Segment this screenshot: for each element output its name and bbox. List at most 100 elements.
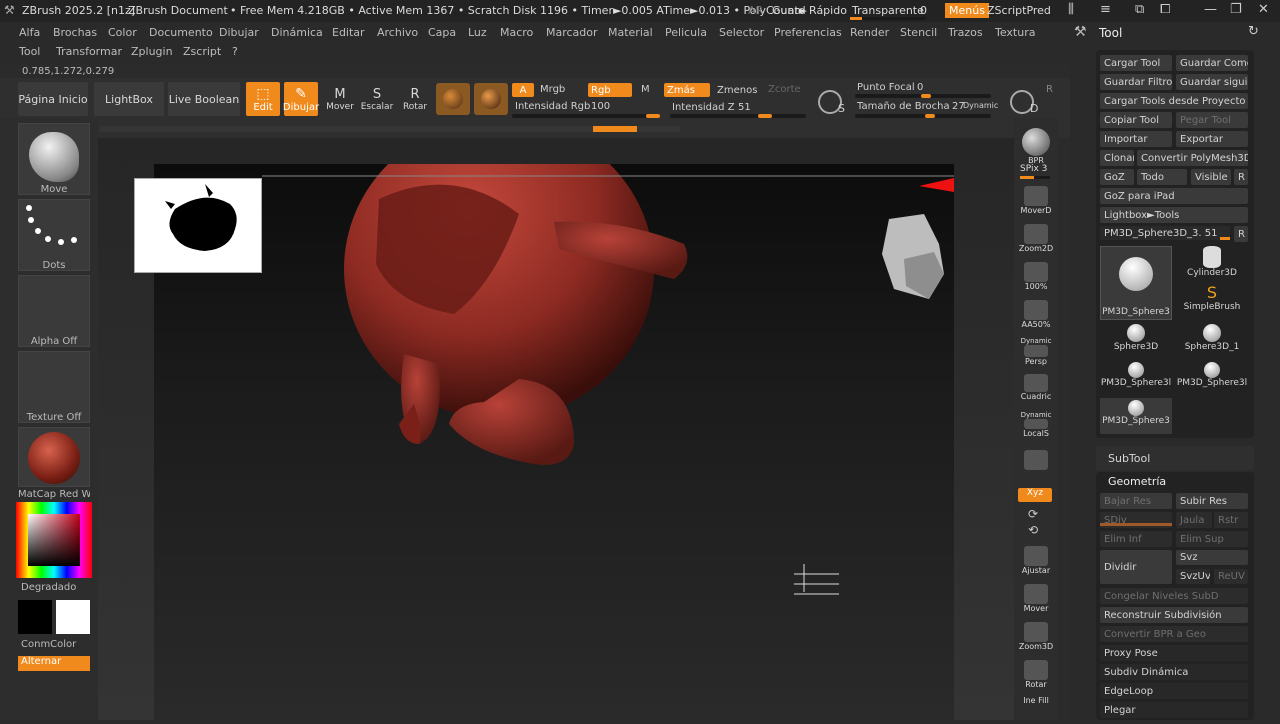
tool-title[interactable]: Tool [1099,26,1122,40]
suv-toggle[interactable]: SvzUv [1176,569,1210,584]
color-square[interactable] [28,514,80,566]
thumbnail-preview[interactable] [134,178,262,273]
delete-lower-button[interactable]: Elim Inf [1100,531,1172,547]
menu-stencil[interactable]: Stencil [900,26,937,39]
main-color-swatch[interactable] [18,600,52,634]
tool-thumb-cylinder[interactable]: Cylinder3D [1176,246,1248,282]
goz-all-button[interactable]: Todo [1137,169,1187,185]
menu-document[interactable]: Documento [149,26,213,39]
quicksave-button[interactable]: Guard Rápido [772,4,847,17]
goz-button[interactable]: GoZ [1100,169,1134,185]
menu-zplugin[interactable]: Zplugin [131,45,173,58]
xyz-toggle[interactable]: Xyz [1018,488,1052,502]
draw-button[interactable]: ✎ Dibujar [283,82,319,116]
tray-icon[interactable]: ≡ [1100,2,1111,17]
rotate-y-icon[interactable]: ⟳ [1028,507,1038,521]
minimize-icon[interactable]: — [1204,2,1217,17]
goz-r-button[interactable]: R [1234,169,1248,185]
menu-movie[interactable]: Pelicula [665,26,707,39]
freeze-subdiv-button[interactable]: Congelar Niveles SubD [1100,588,1248,604]
save-next-button[interactable]: Guardar siguie [1176,74,1248,90]
zcut-toggle[interactable]: Zcorte [768,84,801,95]
lower-res-button[interactable]: Bajar Res [1100,493,1172,509]
shelf-scrollbar[interactable] [100,126,680,132]
popout-icon[interactable]: ⧠ [1160,2,1170,17]
tool-thumb-pm3d-a[interactable]: PM3D_Sphere3l [1100,362,1172,398]
zadd-toggle[interactable]: Zmás [664,83,710,97]
r-label[interactable]: R [1046,84,1053,95]
rotate-z-icon[interactable]: ⟲ [1028,523,1038,537]
delete-higher-button[interactable]: Elim Sup [1176,531,1248,547]
tool-thumb-sphere3d-1[interactable]: Sphere3D_1 [1176,324,1248,360]
export-button[interactable]: Exportar [1176,131,1248,147]
rgb-toggle[interactable]: Rgb [588,83,632,97]
zsub-toggle[interactable]: Zmenos [717,85,757,96]
z-intensity-slider[interactable] [670,114,806,118]
tool-pin-icon[interactable]: ⚒ [1074,24,1087,40]
maximize-icon[interactable]: ❐ [1230,2,1242,17]
proxy-pose-button[interactable]: Proxy Pose [1100,645,1248,661]
document-canvas[interactable] [154,119,974,720]
reconstruct-subdiv-button[interactable]: Reconstruir Subdivisión [1100,607,1248,623]
menu-tool[interactable]: Tool [19,45,40,58]
move-view-button[interactable]: Mover [1018,584,1054,618]
transparent-slider[interactable] [850,17,926,20]
layout-icon[interactable]: ⫼ [1068,2,1074,17]
menu-dynamics[interactable]: Dinámica [271,26,323,39]
edit-button[interactable]: ⬚ Edit [246,82,280,116]
tool-thumb-active[interactable]: PM3D_Sphere3 [1100,246,1172,320]
paste-tool-button[interactable]: Pegar Tool [1176,112,1248,128]
save-as-button[interactable]: Guardar Como [1176,55,1248,71]
transparent-label[interactable]: Transparente [852,4,924,17]
subtool-header[interactable]: SubTool [1096,446,1254,470]
alternate-button[interactable]: Alternar [18,656,90,671]
actual-size-button[interactable]: 100% [1018,262,1054,296]
focal-slider[interactable] [855,94,991,98]
higher-res-button[interactable]: Subir Res [1176,493,1248,509]
dynamic-subdiv-button[interactable]: Subdiv Dinámica [1100,664,1248,680]
bpr-button[interactable]: BPR [1018,128,1054,165]
head-navigation-gizmo[interactable] [882,214,944,299]
menu-transform[interactable]: Transformar [56,45,122,58]
close-icon[interactable]: ✕ [1258,2,1269,17]
menu-alpha[interactable]: Alfa [19,26,40,39]
menu-layer[interactable]: Capa [428,26,456,39]
lightbox-tools-button[interactable]: Lightbox►Tools [1100,207,1248,223]
make-polymesh-button[interactable]: Convertir PolyMesh3D [1137,150,1248,166]
tool-thumb-sphere3d[interactable]: Sphere3D [1100,324,1172,360]
save-filters-button[interactable]: Guardar Filtros [1100,74,1172,90]
linefill-button[interactable]: Ine Fill [1018,696,1054,720]
divide-button[interactable]: Dividir [1100,550,1172,584]
clone-button[interactable]: Clonar [1100,150,1134,166]
menu-preferences[interactable]: Preferencias [774,26,842,39]
tool-r-button[interactable]: R [1234,226,1248,242]
convert-bpr-button[interactable]: Convertir BPR a Geo [1100,626,1248,642]
mrgb-toggle[interactable]: Mrgb [540,84,565,95]
menu-material[interactable]: Material [608,26,653,39]
geometry-title[interactable]: Geometría [1108,475,1166,488]
load-tool-button[interactable]: Cargar Tool [1100,55,1172,71]
menu-light[interactable]: Luz [468,26,487,39]
home-page-button[interactable]: Página Inicio [18,82,88,116]
current-tool-slider[interactable]: PM3D_Sphere3D_3. 51 [1100,226,1230,240]
floor-button[interactable]: Cuadric [1018,374,1054,408]
tool-thumb-simplebrush[interactable]: S SimpleBrush [1176,284,1248,320]
move-button[interactable]: M Mover [325,82,355,116]
menu-brush[interactable]: Brochas [53,26,97,39]
material-sphere-icon[interactable] [436,83,470,115]
zoom3d-button[interactable]: Zoom3D [1018,622,1054,656]
crease-button[interactable]: Plegar [1100,702,1248,718]
load-from-project-button[interactable]: Cargar Tools desde Proyecto [1100,93,1248,109]
lightbox-button[interactable]: LightBox [94,82,164,116]
zoom2d-button[interactable]: Zoom2D [1018,224,1054,258]
window-icon[interactable]: ⧉ [1135,2,1144,17]
rotate-button[interactable]: R Rotar [400,82,430,116]
menu-stroke[interactable]: Trazos [948,26,983,39]
zscript-label[interactable]: ZScriptPred [987,4,1051,17]
local-symmetry-button[interactable]: Dynamic LocalS [1018,410,1054,444]
menu-picker[interactable]: Selector [719,26,764,39]
current-tool-slider-knob[interactable] [1220,237,1230,240]
dynamic-label[interactable]: Dynamic [963,101,998,110]
scroll-button[interactable]: MoverD [1018,186,1054,220]
lock-button[interactable] [1018,450,1054,484]
